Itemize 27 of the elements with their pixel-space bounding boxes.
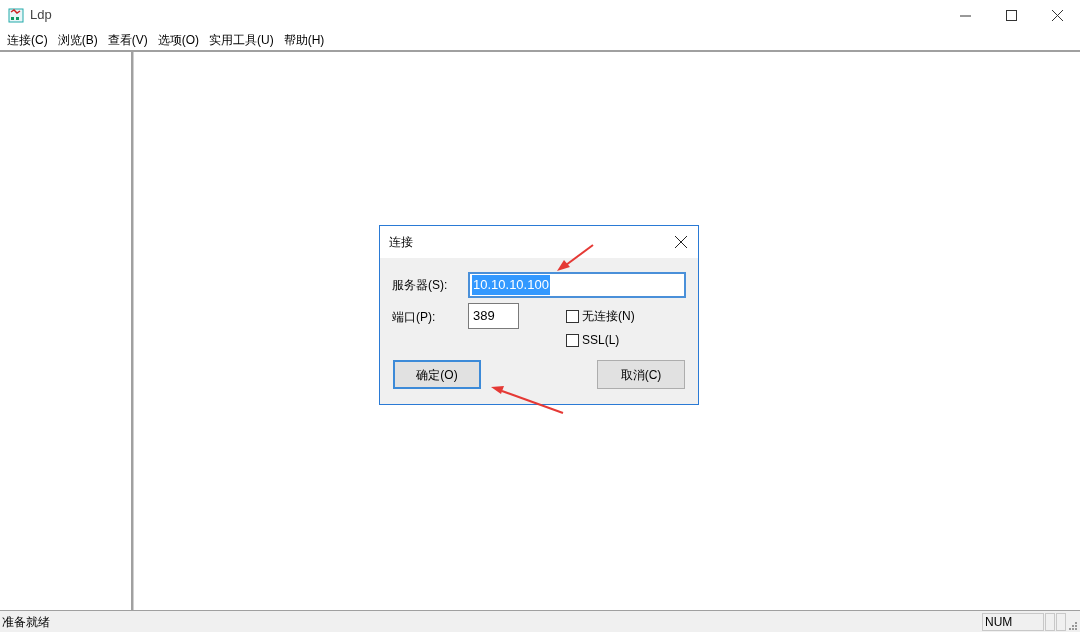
dialog-button[interactable]: 确定(O) <box>393 360 481 389</box>
dialog-title: 连接 <box>389 234 413 251</box>
menu-item[interactable]: 帮助(H) <box>278 30 330 50</box>
status-message: 准备就绪 <box>1 613 50 631</box>
annotation-arrow <box>557 244 594 271</box>
dialog-button[interactable]: 取消(C) <box>597 360 685 389</box>
menu-item[interactable]: 实用工具(U) <box>204 30 279 50</box>
checkbox[interactable] <box>566 309 579 323</box>
status-indicator: NUM <box>982 612 1044 631</box>
menu-item[interactable]: 选项(O) <box>152 30 204 50</box>
close-icon <box>675 236 687 248</box>
input-field[interactable]: 389 <box>468 303 519 329</box>
field-label: 端口(P): <box>392 309 437 326</box>
field-label: 服务器(S): <box>392 277 449 294</box>
close-icon <box>1051 9 1063 21</box>
checkbox[interactable] <box>566 333 579 347</box>
checkbox-label: 无连接(N) <box>582 308 635 325</box>
menu-item[interactable]: 连接(C) <box>2 30 53 50</box>
window-title: Ldp <box>30 6 52 25</box>
checkbox-label: SSL(L) <box>582 332 620 349</box>
menu-item[interactable]: 浏览(B) <box>52 30 103 50</box>
status-pane <box>1056 612 1066 631</box>
status-pane <box>1045 612 1055 631</box>
app-icon <box>8 7 24 23</box>
close-button[interactable] <box>674 235 688 249</box>
menu-item[interactable]: 查看(V) <box>102 30 153 50</box>
maximize-icon <box>1005 9 1017 21</box>
